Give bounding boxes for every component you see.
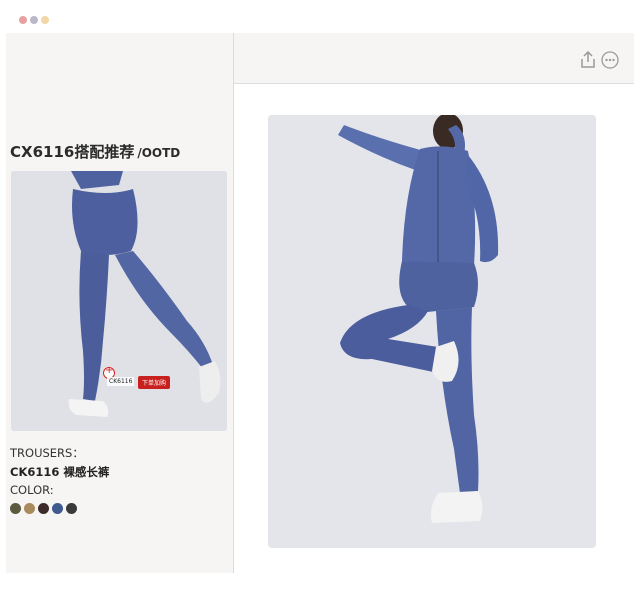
color-swatch-charcoal[interactable] [66,503,77,514]
window-dot-2 [30,16,38,24]
color-swatch-blue[interactable] [52,503,63,514]
trousers-product-photo[interactable]: CK6116 下单加购 [11,171,227,431]
left-product-panel: CX6116搭配推荐/OOTD CK6116 下单加购 TROUSERS： CK… [6,33,234,573]
color-label: COLOR: [10,483,54,497]
model-photo-illustration [268,115,596,548]
outfit-code-title: CX6116搭配推荐 [10,143,135,161]
outfit-title: CX6116搭配推荐/OOTD [10,141,180,162]
right-detail-panel [234,33,634,573]
color-swatch-tan[interactable] [24,503,35,514]
window-dot-1 [19,16,27,24]
trousers-label: TROUSERS： [10,446,84,460]
hotspot-product-code: CK6116 [107,377,135,386]
order-add-to-cart-button[interactable]: 下单加购 [138,376,171,389]
ootd-tag: /OOTD [137,146,181,160]
color-swatches [10,503,77,514]
model-outfit-photo[interactable] [268,115,596,548]
share-icon[interactable] [580,51,596,69]
detail-toolbar [234,33,634,84]
color-swatch-olive[interactable] [10,503,21,514]
window-dot-3 [41,16,49,24]
trousers-photo-illustration [11,171,227,431]
more-options-icon[interactable] [601,51,619,69]
trousers-name: CK6116 裸感长裤 [10,465,110,479]
window-controls [19,16,49,24]
color-swatch-brown[interactable] [38,503,49,514]
